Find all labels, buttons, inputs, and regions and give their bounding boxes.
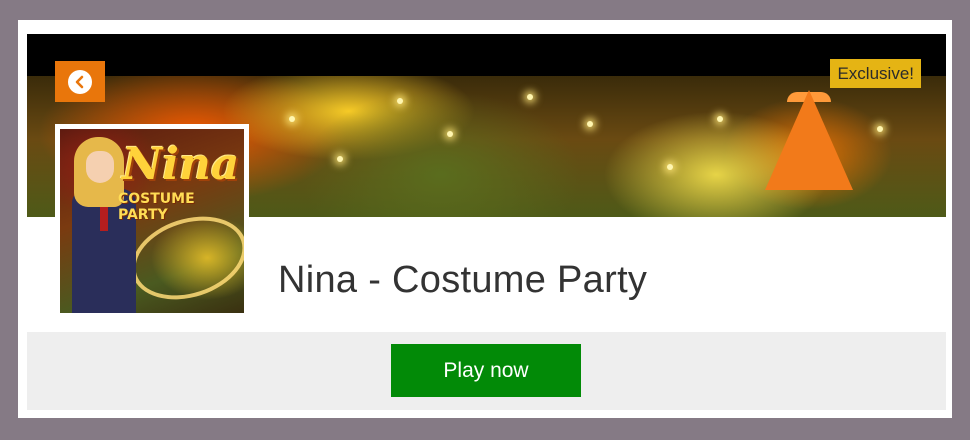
game-card: Exclusive! Nina COSTUME PARTY Nina - Cos… [18,20,952,418]
game-thumbnail: Nina COSTUME PARTY [55,124,249,318]
play-now-button[interactable]: Play now [391,344,581,397]
exclusive-badge: Exclusive! [830,59,921,88]
play-bar: Play now [27,332,946,410]
chevron-left-icon [68,69,92,94]
back-button[interactable] [55,61,105,102]
thumbnail-logo-title: Nina [122,139,240,190]
banner-dark-strip [27,34,946,76]
tent-shape-body [765,90,853,190]
thumbnail-art: Nina COSTUME PARTY [60,129,244,313]
thumbnail-logo-subtitle: COSTUME PARTY [118,191,195,223]
game-title: Nina - Costume Party [278,259,648,302]
